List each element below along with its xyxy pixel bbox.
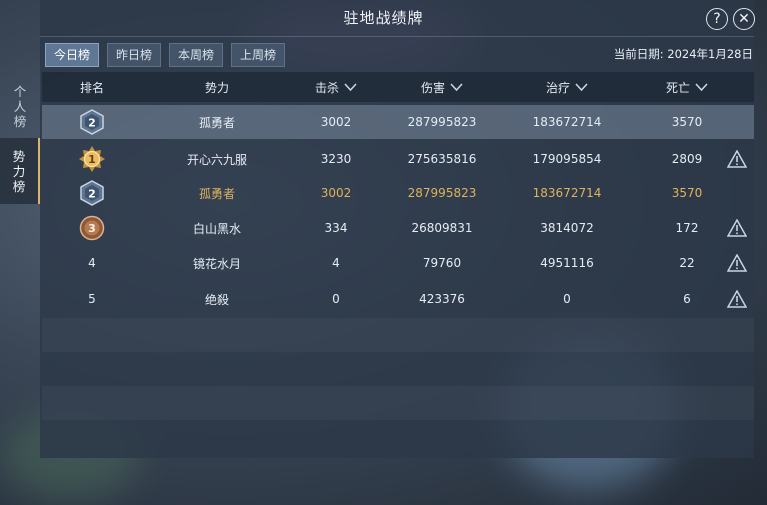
- faction-name: 镜花水月: [192, 256, 241, 271]
- damage-value: 287995823: [407, 186, 477, 200]
- badge-number: 3: [88, 222, 96, 235]
- side-tab-char: 榜: [12, 178, 26, 194]
- report-button[interactable]: [722, 142, 752, 176]
- table-row[interactable]: 2 孤勇者 3002 287995823 183672714 3570: [42, 176, 754, 210]
- column-damage[interactable]: 伤害: [387, 72, 497, 102]
- faction-name: 绝殺: [204, 292, 229, 307]
- rank-number: 4: [88, 256, 96, 270]
- column-faction: 势力: [204, 80, 229, 95]
- deaths-value: 3570: [671, 186, 703, 200]
- damage-value: 423376: [419, 292, 465, 306]
- kills-value: 3002: [320, 115, 352, 129]
- sort-down-icon: [695, 82, 708, 91]
- column-rank: 排名: [79, 80, 104, 95]
- table-row[interactable]: 5 绝殺 0 423376 0 6: [42, 282, 754, 316]
- healing-value: 3814072: [540, 221, 594, 235]
- side-tab-personal[interactable]: 个 人 榜: [0, 74, 40, 138]
- column-label: 伤害: [420, 80, 445, 95]
- window-title: 驻地战绩牌: [343, 9, 424, 27]
- column-kills[interactable]: 击杀: [296, 72, 376, 102]
- rank-badge: 2: [62, 176, 122, 210]
- kills-value: 4: [332, 256, 340, 270]
- side-tab-faction[interactable]: 势 力 榜: [0, 138, 40, 204]
- my-faction-row[interactable]: 2 孤勇者 3002 287995823 183672714 3570: [42, 105, 754, 139]
- damage-value: 275635816: [407, 152, 477, 166]
- deaths-value: 6: [683, 292, 691, 306]
- warning-icon: [727, 254, 747, 272]
- deaths-value: 2809: [671, 152, 703, 166]
- warning-icon: [727, 219, 747, 237]
- close-icon: ✕: [738, 11, 750, 27]
- empty-row: [42, 420, 754, 454]
- tab-this-week[interactable]: 本周榜: [169, 43, 224, 67]
- table-row[interactable]: 1 开心六九服 3230 275635816 179095854 2809: [42, 142, 754, 176]
- rank-badge: 3: [62, 211, 122, 245]
- report-button[interactable]: [722, 282, 752, 316]
- column-label: 死亡: [665, 80, 690, 95]
- current-date: 当前日期: 2024年1月28日: [613, 47, 753, 61]
- healing-value: 179095854: [532, 152, 602, 166]
- rank-badge: 1: [62, 142, 122, 176]
- rank-number: 5: [88, 292, 96, 306]
- table-row[interactable]: 3 白山黑水 334 26809831 3814072 172: [42, 211, 754, 245]
- faction-name: 孤勇者: [198, 186, 235, 201]
- empty-row: [42, 352, 754, 386]
- close-button[interactable]: ✕: [733, 8, 755, 30]
- warning-icon: [727, 290, 747, 308]
- bronze-rank-badge-icon: 3: [79, 215, 105, 241]
- faction-name: 开心六九服: [186, 152, 247, 167]
- table-header: 排名 势力 击杀 伤害 治疗 死亡: [42, 72, 754, 102]
- column-label: 击杀: [314, 80, 339, 95]
- column-label: 治疗: [545, 80, 570, 95]
- deaths-value: 22: [679, 256, 695, 270]
- table-row[interactable]: 4 镜花水月 4 79760 4951116 22: [42, 246, 754, 280]
- side-tab-char: 力: [12, 163, 26, 179]
- column-deaths[interactable]: 死亡: [642, 72, 732, 102]
- healing-value: 0: [563, 292, 571, 306]
- sort-down-icon: [344, 82, 357, 91]
- help-button[interactable]: ?: [706, 8, 728, 30]
- tab-today[interactable]: 今日榜: [45, 43, 100, 67]
- column-healing[interactable]: 治疗: [512, 72, 622, 102]
- side-tab-char: 个: [13, 83, 27, 99]
- gold-rank-badge-icon: 1: [79, 146, 105, 172]
- help-icon: ?: [713, 11, 721, 27]
- silver-rank-badge-icon: 2: [80, 180, 104, 206]
- report-button[interactable]: [722, 211, 752, 245]
- side-tab-char: 人: [13, 98, 27, 114]
- sort-down-icon: [575, 82, 588, 91]
- healing-value: 4951116: [540, 256, 594, 270]
- badge-number: 1: [88, 153, 96, 166]
- report-button[interactable]: [722, 246, 752, 280]
- deaths-value: 3570: [671, 115, 703, 129]
- faction-name: 白山黑水: [192, 221, 241, 236]
- warning-icon: [727, 150, 747, 168]
- tab-last-week[interactable]: 上周榜: [231, 43, 286, 67]
- damage-value: 79760: [422, 256, 462, 270]
- rank-badge: 2: [62, 105, 122, 139]
- empty-row: [42, 318, 754, 352]
- kills-value: 0: [332, 292, 340, 306]
- side-tabs: 个 人 榜 势 力 榜: [0, 74, 40, 204]
- badge-number: 2: [88, 117, 96, 130]
- faction-name: 孤勇者: [198, 115, 235, 130]
- healing-value: 183672714: [532, 115, 602, 129]
- sort-down-icon: [450, 82, 463, 91]
- tab-yesterday[interactable]: 昨日榜: [107, 43, 162, 67]
- kills-value: 334: [324, 221, 348, 235]
- deaths-value: 172: [675, 221, 699, 235]
- side-tab-char: 势: [12, 148, 26, 164]
- badge-number: 2: [88, 188, 96, 201]
- kills-value: 3002: [320, 186, 352, 200]
- healing-value: 183672714: [532, 186, 602, 200]
- damage-value: 287995823: [407, 115, 477, 129]
- kills-value: 3230: [320, 152, 352, 166]
- period-tabs: 今日榜 昨日榜 本周榜 上周榜: [45, 43, 286, 67]
- silver-rank-badge-icon: 2: [80, 109, 104, 135]
- side-tab-char: 榜: [13, 113, 27, 129]
- damage-value: 26809831: [411, 221, 473, 235]
- header-divider: [40, 36, 754, 37]
- empty-row: [42, 386, 754, 420]
